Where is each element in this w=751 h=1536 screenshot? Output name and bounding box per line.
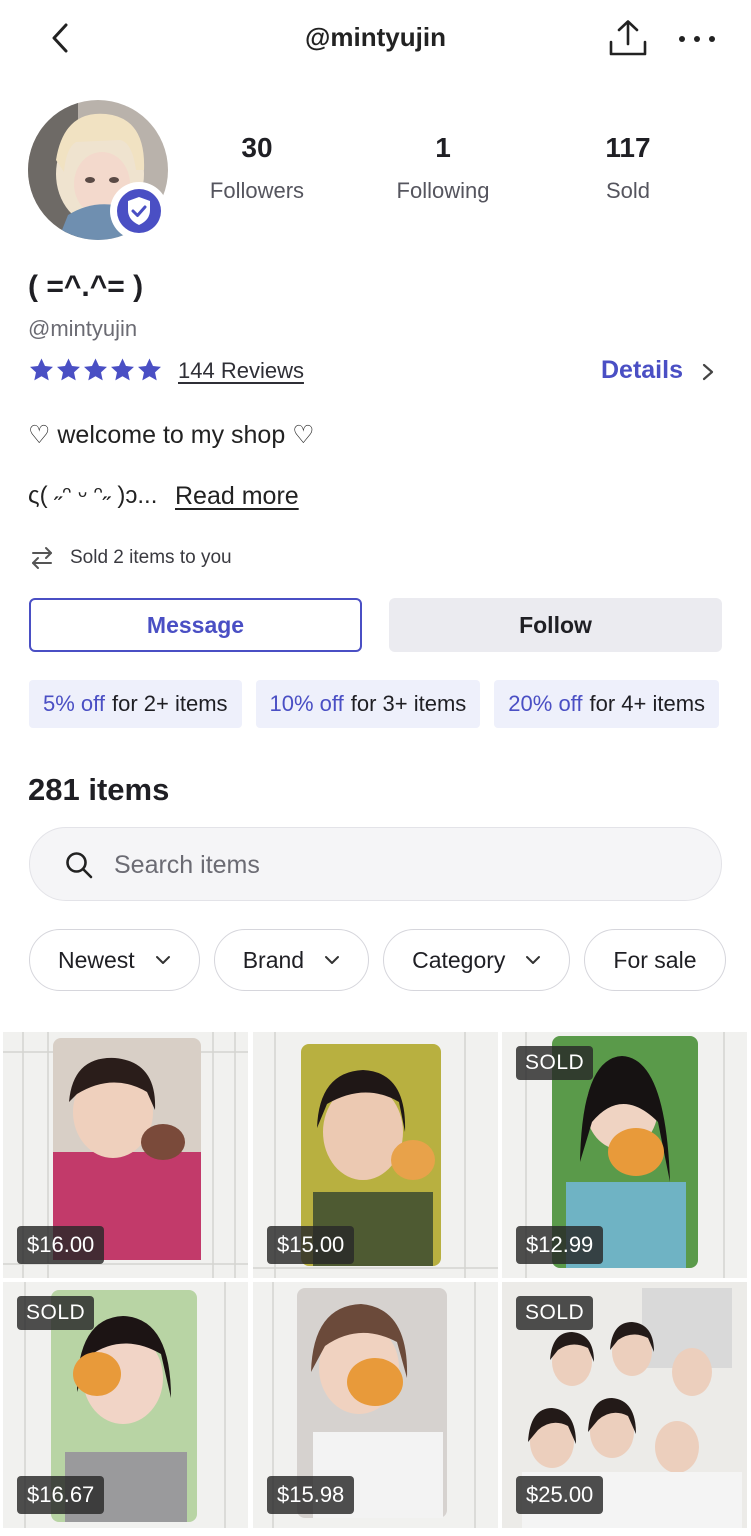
chevron-down-icon xyxy=(325,956,340,964)
chevron-down-icon xyxy=(526,956,541,964)
item-price: $12.99 xyxy=(516,1226,604,1264)
discount-tag: 10% off for 3+ items xyxy=(255,680,481,728)
sold-label: Sold xyxy=(605,178,651,203)
item-tile[interactable]: SOLD $12.99 xyxy=(502,1032,747,1278)
discount-condition: for 3+ items xyxy=(350,691,467,716)
discount-percent: 20% off xyxy=(508,691,583,716)
username: @mintyujin xyxy=(28,316,138,341)
more-options-button[interactable] xyxy=(674,22,720,56)
filter-newest[interactable]: Newest xyxy=(29,929,200,991)
verified-badge xyxy=(110,182,168,240)
discount-percent: 5% off xyxy=(43,691,105,716)
swap-arrows-icon xyxy=(32,547,52,569)
followers-label: Followers xyxy=(209,178,305,203)
stat-following[interactable]: 1 Following xyxy=(368,132,518,204)
item-tile[interactable]: $15.00 xyxy=(253,1032,498,1278)
item-tile[interactable]: $16.00 xyxy=(3,1032,248,1278)
more-horizontal-icon xyxy=(679,36,715,42)
chevron-right-icon[interactable] xyxy=(700,361,716,383)
filter-brand[interactable]: Brand xyxy=(213,929,370,991)
item-price: $15.98 xyxy=(267,1476,355,1514)
reviews-link[interactable]: 144 Reviews xyxy=(178,358,304,384)
star-icon xyxy=(57,358,80,381)
item-price: $16.00 xyxy=(17,1226,105,1264)
star-icon xyxy=(30,358,53,381)
filter-label: Category xyxy=(412,946,506,973)
item-price: $25.00 xyxy=(516,1476,604,1514)
filter-label: Newest xyxy=(58,946,135,973)
display-name: ( =^.^= ) xyxy=(28,270,144,303)
following-label: Following xyxy=(396,178,490,203)
discount-condition: for 4+ items xyxy=(589,691,706,716)
bio-text-truncated: ς( ˶ᵔ ᵕ ᵔ˶ )ɔ... xyxy=(28,482,158,509)
discount-tag: 20% off for 4+ items xyxy=(494,680,720,728)
share-upload-icon xyxy=(609,20,647,56)
filter-chips: Newest Brand Category For sale xyxy=(29,929,751,991)
item-tile[interactable]: $15.98 xyxy=(253,1282,498,1528)
item-price: $16.67 xyxy=(17,1476,105,1514)
rating-stars xyxy=(28,356,163,388)
item-price: $15.00 xyxy=(267,1226,355,1264)
discount-percent: 10% off xyxy=(269,691,344,716)
share-button[interactable] xyxy=(606,18,650,60)
sold-badge: SOLD xyxy=(516,1046,594,1080)
item-tile[interactable]: SOLD $16.67 xyxy=(3,1282,248,1528)
sold-to-you-text: Sold 2 items to you xyxy=(70,547,232,568)
sold-count: 117 xyxy=(605,132,651,163)
stat-sold: 117 Sold xyxy=(553,132,703,204)
search-icon xyxy=(66,852,93,879)
search-bar[interactable] xyxy=(29,827,722,901)
chevron-down-icon xyxy=(155,956,170,964)
discount-condition: for 2+ items xyxy=(111,691,228,716)
filter-for-sale[interactable]: For sale xyxy=(584,929,726,991)
item-tile[interactable]: SOLD $25.00 xyxy=(502,1282,747,1528)
star-icon xyxy=(138,358,161,381)
sold-badge: SOLD xyxy=(516,1296,594,1330)
details-link[interactable]: Details xyxy=(601,356,683,385)
sold-badge: SOLD xyxy=(17,1296,95,1330)
discount-tag: 5% off for 2+ items xyxy=(29,680,242,728)
top-bar: @mintyujin xyxy=(0,0,751,80)
message-button[interactable]: Message xyxy=(29,598,362,652)
follow-button[interactable]: Follow xyxy=(389,598,722,652)
filter-label: Brand xyxy=(242,946,305,973)
filter-category[interactable]: Category xyxy=(383,929,571,991)
following-count: 1 xyxy=(435,132,451,163)
stat-followers[interactable]: 30 Followers xyxy=(182,132,332,204)
star-icon xyxy=(84,358,107,381)
items-count: 281 items xyxy=(28,772,170,807)
filter-label: For sale xyxy=(613,946,697,973)
sold-to-you-note: Sold 2 items to you xyxy=(28,544,232,572)
star-icon xyxy=(111,358,134,381)
followers-count: 30 xyxy=(241,132,273,163)
search-input[interactable] xyxy=(114,845,674,885)
verified-shield-icon xyxy=(117,189,161,233)
read-more-link[interactable]: Read more xyxy=(175,482,299,511)
bundle-discounts: 5% off for 2+ items 10% off for 3+ items 20%… xyxy=(29,680,751,728)
bio-text: ♡ welcome to my shop ♡ xyxy=(28,421,315,449)
